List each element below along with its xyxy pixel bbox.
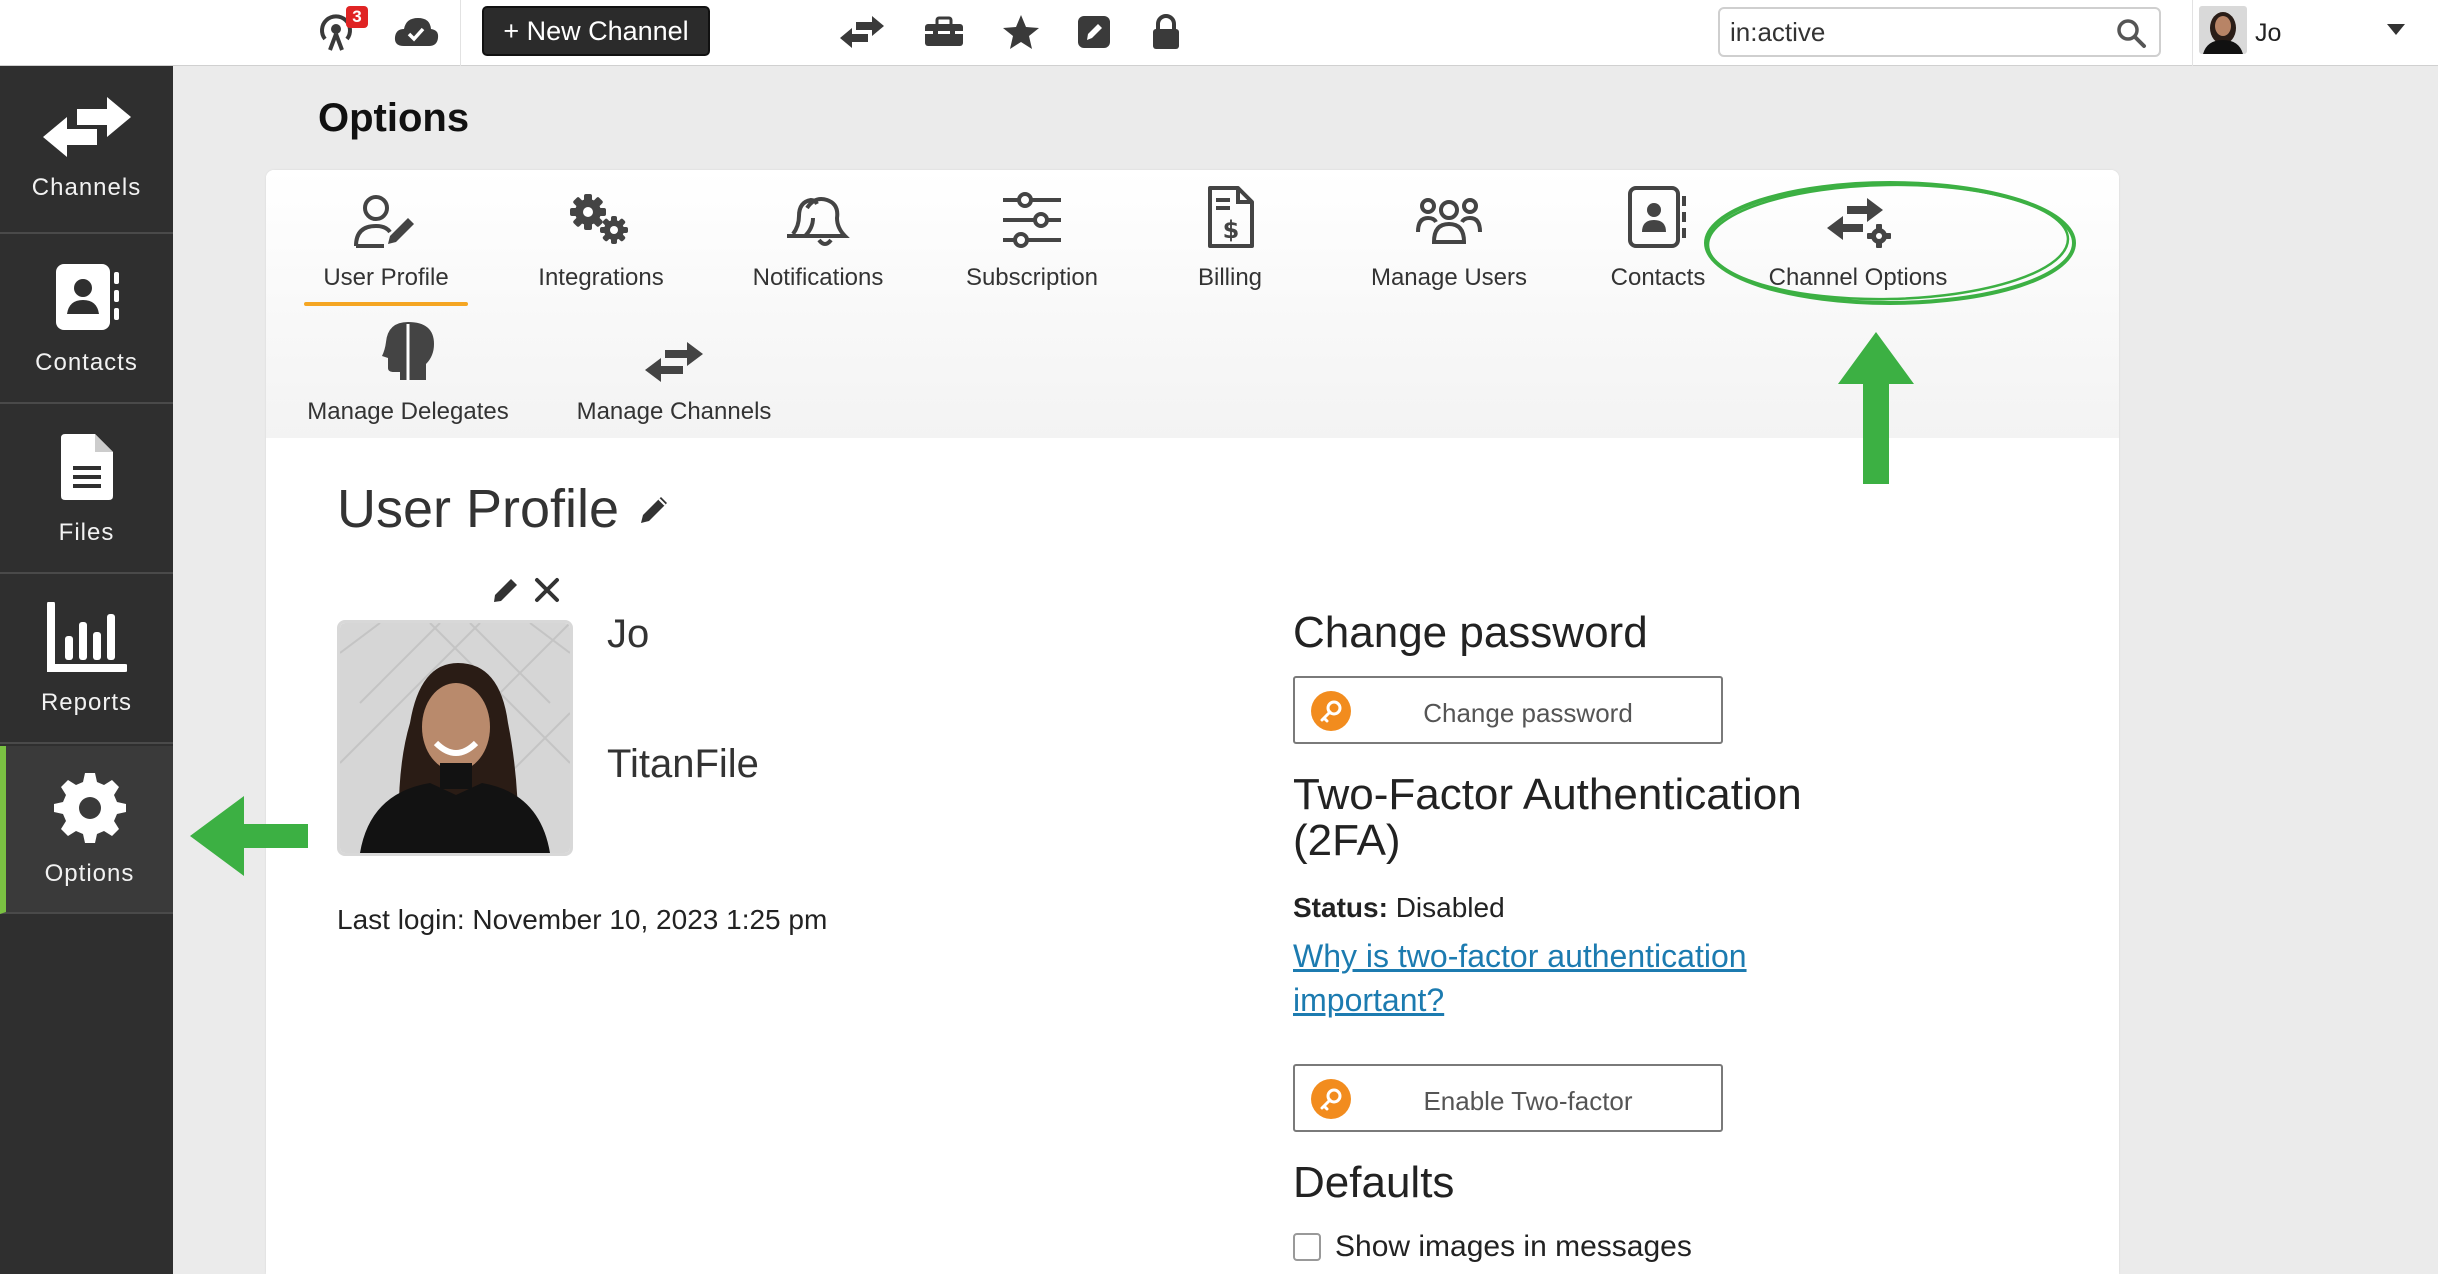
tab-channel-options[interactable]: Channel Options bbox=[1760, 184, 1956, 292]
status-label: Status: bbox=[1293, 892, 1388, 923]
profile-name: Jo bbox=[607, 612, 650, 656]
swap-arrows-icon[interactable] bbox=[836, 10, 888, 54]
change-password-heading: Change password bbox=[1293, 608, 1648, 657]
contact-book-icon bbox=[1628, 184, 1688, 248]
chevron-down-icon[interactable] bbox=[2387, 24, 2405, 35]
twofa-heading: Two-Factor Authentication (2FA) bbox=[1293, 772, 1802, 864]
tab-label: Notifications bbox=[752, 264, 884, 291]
show-images-option: Show images in messages bbox=[1293, 1230, 1692, 1264]
tab-subscription[interactable]: Subscription bbox=[940, 184, 1124, 292]
edit-photo-icon[interactable] bbox=[492, 576, 520, 609]
tab-manage-users[interactable]: Manage Users bbox=[1354, 184, 1544, 292]
button-label: Change password bbox=[1423, 698, 1633, 728]
sidebar-item-channels[interactable]: Channels bbox=[0, 66, 173, 234]
tab-notifications[interactable]: Notifications bbox=[728, 184, 908, 292]
section-title-text: User Profile bbox=[337, 479, 620, 539]
notifications-broadcast-icon[interactable]: 3 bbox=[312, 6, 368, 54]
change-password-button[interactable]: Change password bbox=[1293, 676, 1723, 744]
pencil-square-icon[interactable] bbox=[1072, 10, 1116, 54]
file-icon bbox=[59, 432, 115, 507]
profile-company: TitanFile bbox=[607, 742, 759, 786]
last-login-text: Last login: November 10, 2023 1:25 pm bbox=[337, 904, 828, 935]
top-bar: 3 + New Channel Jo bbox=[0, 0, 2438, 66]
new-channel-button[interactable]: + New Channel bbox=[482, 6, 710, 56]
enable-twofa-button[interactable]: Enable Two-factor bbox=[1293, 1064, 1723, 1132]
tab-label: Channel Options bbox=[1768, 264, 1948, 291]
user-profile-heading: User Profile bbox=[337, 478, 671, 540]
gear-icon bbox=[53, 771, 126, 848]
invoice-dollar-icon: $ bbox=[1206, 184, 1254, 248]
profile-photo[interactable] bbox=[337, 620, 573, 856]
tab-manage-delegates[interactable]: Manage Delegates bbox=[306, 318, 510, 426]
sidebar-item-label: Files bbox=[58, 518, 115, 546]
twofa-heading-line2: (2FA) bbox=[1293, 816, 1401, 865]
tab-label: Manage Channels bbox=[576, 398, 772, 425]
sidebar-item-label: Options bbox=[44, 859, 135, 887]
active-tab-indicator bbox=[304, 302, 468, 306]
tab-manage-channels[interactable]: Manage Channels bbox=[576, 318, 772, 426]
tab-label: User Profile bbox=[323, 264, 449, 291]
close-icon[interactable] bbox=[534, 577, 560, 608]
show-images-checkbox[interactable] bbox=[1293, 1233, 1321, 1261]
tab-user-profile[interactable]: User Profile bbox=[304, 184, 468, 306]
pencil-icon[interactable] bbox=[639, 493, 671, 525]
star-icon[interactable] bbox=[998, 10, 1044, 54]
show-images-label: Show images in messages bbox=[1335, 1230, 1692, 1263]
cloud-check-icon[interactable] bbox=[390, 10, 442, 54]
notification-count-badge: 3 bbox=[346, 6, 368, 28]
sidebar-item-reports[interactable]: Reports bbox=[0, 576, 173, 744]
toolbar-divider bbox=[460, 0, 461, 66]
tab-integrations[interactable]: Integrations bbox=[516, 184, 686, 292]
search-input[interactable] bbox=[1730, 9, 2100, 55]
user-menu[interactable]: Jo bbox=[2192, 0, 2438, 66]
head-profile-icon bbox=[380, 318, 436, 382]
photo-actions bbox=[492, 576, 560, 609]
avatar bbox=[2199, 6, 2247, 54]
tab-label: Subscription bbox=[965, 264, 1099, 291]
lock-icon[interactable] bbox=[1146, 10, 1186, 54]
bar-chart-icon bbox=[46, 599, 129, 677]
status-value: Disabled bbox=[1395, 892, 1505, 923]
contact-book-icon bbox=[52, 262, 122, 337]
defaults-heading: Defaults bbox=[1293, 1158, 1455, 1207]
tab-label: Manage Users bbox=[1370, 264, 1528, 291]
toolbox-icon[interactable] bbox=[920, 10, 968, 54]
swap-arrows-gear-icon bbox=[1825, 184, 1891, 248]
user-name: Jo bbox=[2255, 19, 2282, 47]
user-edit-icon bbox=[354, 184, 418, 248]
svg-text:$: $ bbox=[1223, 216, 1240, 244]
page-title: Options bbox=[318, 96, 470, 140]
search-box bbox=[1718, 7, 2161, 57]
tab-label: Integrations bbox=[538, 264, 664, 291]
sidebar-item-contacts[interactable]: Contacts bbox=[0, 236, 173, 404]
sidebar-item-label: Channels bbox=[31, 173, 142, 201]
button-label: Enable Two-factor bbox=[1423, 1086, 1633, 1116]
sidebar-item-files[interactable]: Files bbox=[0, 406, 173, 574]
tab-billing[interactable]: $ Billing bbox=[1160, 184, 1300, 292]
sidebar-item-options[interactable]: Options bbox=[0, 746, 173, 914]
sidebar-item-label: Reports bbox=[40, 688, 133, 716]
sidebar-item-label: Contacts bbox=[35, 348, 138, 376]
tab-label: Billing bbox=[1197, 264, 1263, 291]
users-icon bbox=[1416, 184, 1482, 248]
options-tabs: User Profile Integrations Notifications … bbox=[266, 170, 2119, 438]
search-icon[interactable] bbox=[2115, 17, 2147, 54]
tab-contacts[interactable]: Contacts bbox=[1588, 184, 1728, 292]
swap-arrows-icon bbox=[41, 96, 133, 162]
twofa-heading-line1: Two-Factor Authentication bbox=[1293, 770, 1802, 819]
bells-icon bbox=[785, 184, 851, 248]
gears-icon bbox=[568, 184, 634, 248]
sliders-icon bbox=[1001, 184, 1063, 248]
sidebar: Channels Contacts Files Reports Options bbox=[0, 66, 173, 1274]
twofa-status: Status: Disabled bbox=[1293, 892, 1505, 924]
twofa-info-link[interactable]: Why is two-factor authentication importa… bbox=[1293, 934, 1813, 1022]
tab-label: Contacts bbox=[1610, 264, 1706, 291]
swap-arrows-icon bbox=[643, 318, 705, 382]
tab-label: Manage Delegates bbox=[307, 398, 509, 425]
